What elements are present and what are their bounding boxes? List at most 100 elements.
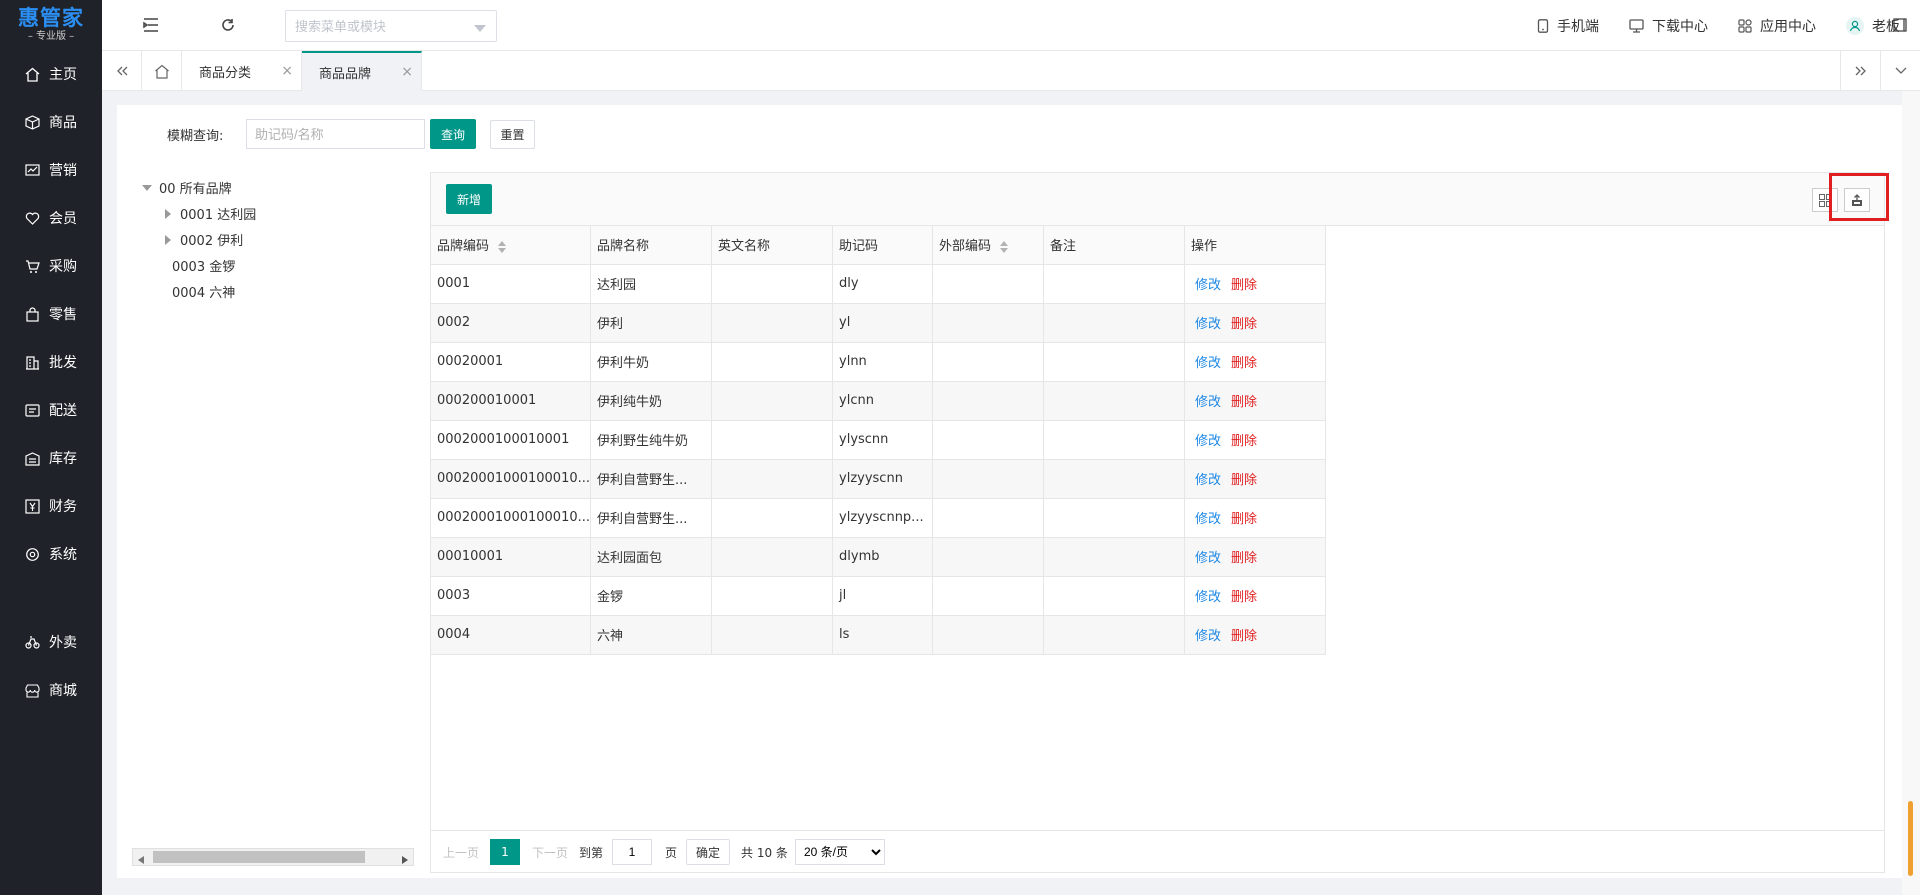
table-row[interactable]: 00020001000100010... 伊利自营野生... ylzyyscnnp.… (431, 498, 1327, 538)
table-row[interactable]: 00010001 达利园面包 dlymb 修改 删除 (431, 537, 1327, 577)
tab-product-brand[interactable]: 商品品牌 × (302, 51, 422, 91)
app-logo[interactable]: 惠管家 – 专业版 – (0, 0, 102, 50)
edit-link[interactable]: 修改 (1195, 434, 1221, 449)
col-brand-code[interactable]: 品牌编码 (431, 226, 592, 265)
reset-button[interactable]: 重置 (490, 120, 535, 149)
confirm-page-button[interactable]: 确定 (686, 839, 730, 865)
tree-node[interactable]: 0004 六神 (172, 282, 235, 301)
menu-search-select[interactable] (285, 10, 497, 42)
sort-icon[interactable] (498, 240, 507, 253)
next-page-button[interactable]: 下一页 (532, 839, 568, 865)
cell-name: 伊利牛奶 (590, 342, 713, 382)
delete-link[interactable]: 删除 (1231, 590, 1257, 605)
tree-node-label: 0004 六神 (172, 286, 236, 301)
delete-link[interactable]: 删除 (1231, 551, 1257, 566)
delete-link[interactable]: 删除 (1231, 473, 1257, 488)
sidebar-item-home[interactable]: 主页 (0, 50, 102, 98)
table-row[interactable]: 00020001000100010... 伊利自营野生... ylzyyscnn 修改… (431, 459, 1327, 499)
close-icon[interactable]: × (401, 64, 413, 80)
edit-link[interactable]: 修改 (1195, 278, 1221, 293)
close-icon[interactable]: × (281, 63, 293, 79)
edit-link[interactable]: 修改 (1195, 590, 1221, 605)
tabs-scroll-left-button[interactable] (102, 51, 142, 91)
refresh-icon[interactable] (218, 15, 238, 35)
table-row[interactable]: 0004 六神 ls 修改 删除 (431, 615, 1327, 655)
cell-code: 0004 (431, 615, 592, 655)
delete-link[interactable]: 删除 (1231, 629, 1257, 644)
logo-title: 惠管家 (18, 6, 84, 30)
table-row[interactable]: 0002 伊利 yl 修改 删除 (431, 303, 1327, 343)
prev-page-button[interactable]: 上一页 (443, 839, 479, 865)
mobile-link[interactable]: 手机端 (1537, 16, 1599, 36)
table-row[interactable]: 0001 达利园 dly 修改 删除 (431, 264, 1327, 304)
table-row[interactable]: 000200010001 伊利纯牛奶 ylcnn 修改 删除 (431, 381, 1327, 421)
sidebar-item-gear[interactable]: 系统 (0, 530, 102, 578)
table-row[interactable]: 00020001 伊利牛奶 ylnn 修改 删除 (431, 342, 1327, 382)
sidebar: 惠管家 – 专业版 – 主页 商品 营销 会员 采购 零售 批发 配送 库存 财务 系统 外卖 商城 (0, 0, 102, 895)
tab-product-category[interactable]: 商品分类 × (182, 51, 302, 91)
add-brand-button[interactable]: 新增 (446, 184, 492, 214)
table-header-row: 品牌编码 品牌名称 英文名称 助记码 外部编码 备注 操作 (431, 226, 1327, 265)
column-filter-button[interactable] (1812, 188, 1838, 212)
cell-mnemonic: dly (832, 264, 934, 304)
scroll-left-arrow-icon[interactable] (138, 853, 144, 868)
caret-down-icon[interactable] (142, 183, 152, 193)
sidebar-item-bike[interactable]: 外卖 (0, 618, 102, 666)
edit-link[interactable]: 修改 (1195, 512, 1221, 527)
tree-node[interactable]: 0003 金锣 (172, 256, 235, 275)
fuzzy-query-input[interactable] (246, 119, 425, 149)
tabs-scroll-right-button[interactable] (1840, 51, 1880, 91)
delete-link[interactable]: 删除 (1231, 317, 1257, 332)
edit-link[interactable]: 修改 (1195, 629, 1221, 644)
tab-label: 商品品牌 (319, 66, 372, 82)
table-row[interactable]: 0003 金锣 jl 修改 删除 (431, 576, 1327, 616)
sidebar-item-box[interactable]: 商品 (0, 98, 102, 146)
page-number-input[interactable] (612, 839, 652, 865)
edit-link[interactable]: 修改 (1195, 395, 1221, 410)
caret-right-icon[interactable] (163, 234, 173, 245)
tree-node[interactable]: 0002 伊利 (163, 230, 243, 249)
truck-icon (24, 402, 40, 418)
scroll-right-arrow-icon[interactable] (402, 853, 408, 868)
table-row[interactable]: 0002000100010001 伊利野生纯牛奶 ylyscnn 修改 删除 (431, 420, 1327, 460)
sidebar-item-store[interactable]: 商城 (0, 666, 102, 714)
exit-icon[interactable] (1890, 15, 1910, 35)
caret-right-icon[interactable] (163, 208, 173, 219)
sidebar-item-bag[interactable]: 零售 (0, 290, 102, 338)
tree-horizontal-scrollbar[interactable] (132, 848, 414, 866)
download-center-link[interactable]: 下载中心 (1629, 16, 1708, 36)
sidebar-item-chart[interactable]: 营销 (0, 146, 102, 194)
page-size-select[interactable]: 10 条/页20 条/页30 条/页50 条/页 (795, 839, 885, 865)
delete-link[interactable]: 删除 (1231, 512, 1257, 527)
export-button[interactable] (1844, 188, 1870, 212)
sidebar-item-heart[interactable]: 会员 (0, 194, 102, 242)
sidebar-item-building[interactable]: 批发 (0, 338, 102, 386)
sidebar-item-cart[interactable]: 采购 (0, 242, 102, 290)
col-external-code[interactable]: 外部编码 (932, 226, 1045, 265)
menu-search-input[interactable] (295, 18, 465, 34)
tab-home[interactable] (142, 51, 182, 91)
page-scrollbar-thumb[interactable] (1908, 801, 1913, 876)
scrollbar-thumb[interactable] (153, 851, 365, 863)
sidebar-item-yen[interactable]: 财务 (0, 482, 102, 530)
cell-note (1043, 459, 1186, 499)
tree-node-root[interactable]: 00 所有品牌 (142, 178, 232, 197)
query-button[interactable]: 查询 (430, 119, 476, 149)
edit-link[interactable]: 修改 (1195, 551, 1221, 566)
page-vertical-scrollbar[interactable] (1902, 91, 1920, 895)
edit-link[interactable]: 修改 (1195, 356, 1221, 371)
app-center-link[interactable]: 应用中心 (1738, 16, 1816, 36)
sort-icon[interactable] (1000, 240, 1009, 253)
tabs-menu-button[interactable] (1880, 51, 1920, 91)
menu-toggle-icon[interactable] (141, 15, 161, 35)
delete-link[interactable]: 删除 (1231, 356, 1257, 371)
delete-link[interactable]: 删除 (1231, 395, 1257, 410)
edit-link[interactable]: 修改 (1195, 473, 1221, 488)
edit-link[interactable]: 修改 (1195, 317, 1221, 332)
delete-link[interactable]: 删除 (1231, 434, 1257, 449)
sidebar-item-warehouse[interactable]: 库存 (0, 434, 102, 482)
sidebar-item-truck[interactable]: 配送 (0, 386, 102, 434)
delete-link[interactable]: 删除 (1231, 278, 1257, 293)
tree-node[interactable]: 0001 达利园 (163, 204, 256, 223)
page-1-button[interactable]: 1 (490, 839, 520, 865)
